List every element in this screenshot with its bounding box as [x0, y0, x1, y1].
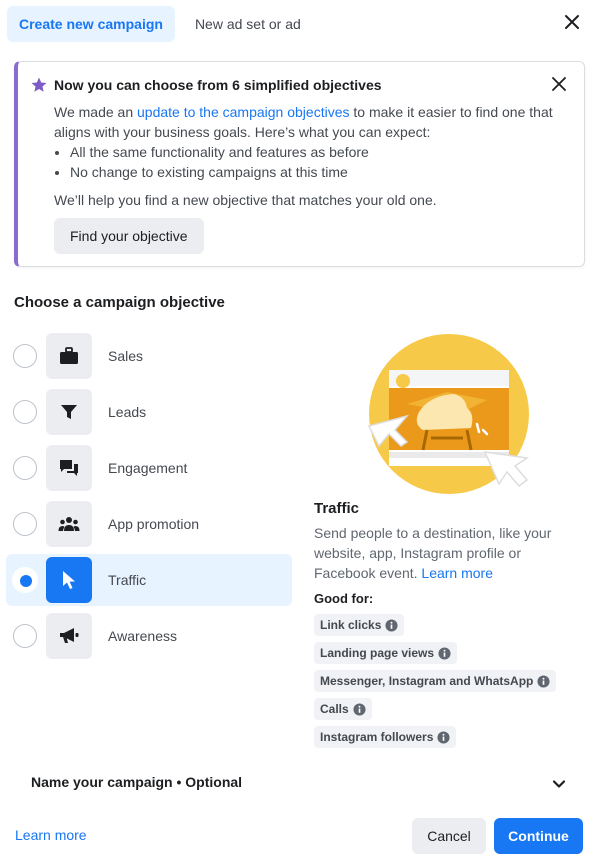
- good-for-chip: Link clicks: [314, 614, 405, 636]
- notice-bullet: All the same functionality and features …: [70, 142, 574, 162]
- notice-bullet: No change to existing campaigns at this …: [70, 162, 574, 182]
- briefcase-icon: [46, 333, 92, 379]
- radio-button[interactable]: [13, 400, 37, 424]
- name-campaign-label: Name your campaign • Optional: [31, 774, 243, 790]
- chip-label: Link clicks: [320, 618, 382, 632]
- objective-label: Traffic: [108, 572, 147, 588]
- section-title: Choose a campaign objective: [14, 294, 225, 311]
- objective-engagement[interactable]: Engagement: [6, 442, 292, 494]
- notice-body-text: We made an: [54, 104, 138, 120]
- update-objectives-link[interactable]: update to the campaign objectives: [137, 104, 349, 120]
- funnel-icon: [46, 389, 92, 435]
- cancel-button[interactable]: Cancel: [412, 818, 486, 854]
- info-icon[interactable]: [437, 730, 450, 744]
- objective-label: Leads: [108, 404, 147, 420]
- objective-label: Engagement: [108, 460, 188, 476]
- objective-label: App promotion: [108, 516, 200, 532]
- name-campaign-toggle[interactable]: Name your campaign • Optional: [31, 774, 567, 794]
- objective-label: Awareness: [108, 628, 178, 644]
- traffic-illustration: [367, 334, 530, 494]
- objective-traffic[interactable]: Traffic: [6, 554, 292, 606]
- good-for-chip: Instagram followers: [314, 726, 457, 748]
- good-for-chip: Calls: [314, 698, 372, 720]
- detail-learn-more-link[interactable]: Learn more: [421, 565, 493, 581]
- close-icon[interactable]: [564, 14, 580, 30]
- tab-new-ad-set-or-ad[interactable]: New ad set or ad: [183, 6, 313, 42]
- tab-bar: Create new campaign New ad set or ad: [7, 6, 600, 42]
- people-icon: [46, 501, 92, 547]
- tab-create-new-campaign[interactable]: Create new campaign: [7, 6, 175, 42]
- chevron-down-icon[interactable]: [551, 776, 567, 792]
- footer-learn-more-link[interactable]: Learn more: [15, 827, 87, 843]
- info-icon[interactable]: [537, 674, 550, 688]
- radio-button[interactable]: [13, 512, 37, 536]
- star-icon: [31, 77, 47, 92]
- radio-button[interactable]: [13, 456, 37, 480]
- good-for-chip: Messenger, Instagram and WhatsApp: [314, 670, 557, 692]
- radio-button[interactable]: [13, 624, 37, 648]
- notice-close-icon[interactable]: [552, 77, 566, 91]
- radio-button[interactable]: [13, 344, 37, 368]
- megaphone-icon: [46, 613, 92, 659]
- continue-button[interactable]: Continue: [494, 818, 583, 854]
- radio-button[interactable]: [13, 568, 37, 592]
- chat-bubbles-icon: [46, 445, 92, 491]
- detail-description: Send people to a destination, like your …: [314, 523, 584, 583]
- chip-label: Messenger, Instagram and WhatsApp: [320, 674, 534, 688]
- notice-body: We made an update to the campaign object…: [54, 102, 574, 210]
- detail-title: Traffic: [314, 500, 360, 517]
- find-your-objective-button[interactable]: Find your objective: [54, 218, 204, 254]
- chip-label: Instagram followers: [320, 730, 434, 744]
- objective-leads[interactable]: Leads: [6, 386, 292, 438]
- objective-awareness[interactable]: Awareness: [6, 610, 292, 662]
- good-for-label: Good for:: [314, 591, 374, 606]
- notice-help-text: We’ll help you find a new objective that…: [54, 192, 437, 208]
- objective-app-promotion[interactable]: App promotion: [6, 498, 292, 550]
- objective-sales[interactable]: Sales: [6, 330, 292, 382]
- chip-label: Calls: [320, 702, 349, 716]
- objectives-notice: Now you can choose from 6 simplified obj…: [14, 61, 585, 267]
- info-icon[interactable]: [438, 646, 451, 660]
- notice-bullets: All the same functionality and features …: [54, 142, 574, 182]
- objective-detail: Traffic Send people to a destination, li…: [314, 500, 584, 754]
- objective-list: Sales Leads Engagement App promotion Tra…: [6, 330, 292, 666]
- chip-label: Landing page views: [320, 646, 435, 660]
- notice-title: Now you can choose from 6 simplified obj…: [54, 77, 382, 93]
- good-for-chip: Landing page views: [314, 642, 458, 664]
- info-icon[interactable]: [353, 702, 366, 716]
- info-icon[interactable]: [385, 618, 398, 632]
- objective-label: Sales: [108, 348, 144, 364]
- cursor-icon: [46, 557, 92, 603]
